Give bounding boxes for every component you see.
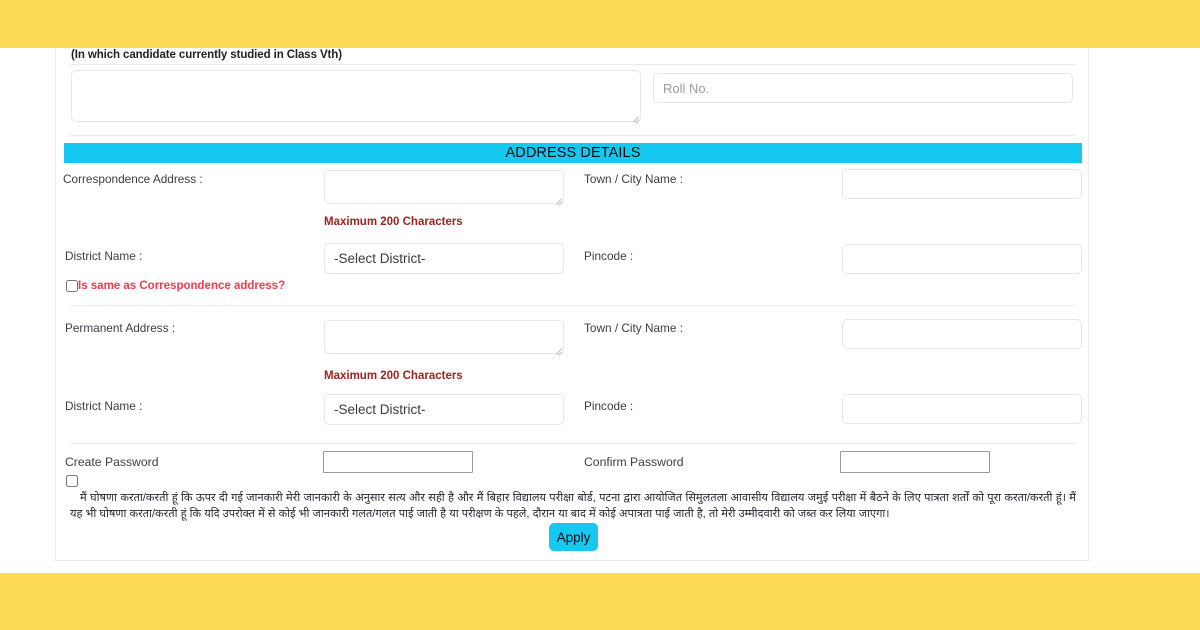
correspondence-address-label: Correspondence Address :	[63, 172, 203, 186]
permanent-district-label: District Name :	[65, 399, 143, 413]
divider-before-password	[70, 443, 1076, 444]
correspondence-district-select[interactable]: -Select District-	[324, 243, 564, 274]
apply-button[interactable]: Apply	[549, 523, 598, 551]
confirm-password-label: Confirm Password	[584, 455, 684, 469]
permanent-address-label: Permanent Address :	[65, 321, 176, 335]
correspondence-district-label: District Name :	[65, 249, 143, 263]
form-panel: (In which candidate currently studied in…	[55, 48, 1089, 561]
correspondence-address-textarea[interactable]	[324, 170, 564, 204]
permanent-pincode-label: Pincode :	[584, 399, 634, 413]
previous-school-textarea[interactable]	[71, 70, 641, 122]
divider-before-banner	[70, 135, 1076, 136]
roll-no-input[interactable]	[653, 73, 1073, 103]
same-as-correspondence-label[interactable]: Is same as Correspondence address?	[78, 280, 285, 292]
divider-top	[70, 64, 1076, 65]
create-password-label: Create Password	[65, 455, 159, 469]
confirm-password-input[interactable]	[840, 451, 990, 473]
top-yellow-band	[0, 0, 1200, 48]
permanent-address-textarea[interactable]	[324, 320, 564, 354]
correspondence-town-input[interactable]	[842, 169, 1082, 199]
permanent-town-input[interactable]	[842, 319, 1082, 349]
correspondence-pincode-label: Pincode :	[584, 249, 634, 263]
divider-between-addresses	[70, 305, 1076, 306]
permanent-town-label: Town / City Name :	[584, 321, 683, 335]
declaration-text: मैं घोषणा करता/करती हूं कि ऊपर दी गई जान…	[70, 492, 1076, 520]
permanent-district-select[interactable]: -Select District-	[324, 394, 564, 425]
permanent-pincode-input[interactable]	[842, 394, 1082, 424]
declaration-checkbox[interactable]	[66, 475, 78, 487]
correspondence-pincode-input[interactable]	[842, 244, 1082, 274]
previous-school-caption: (In which candidate currently studied in…	[71, 49, 342, 61]
bottom-yellow-band	[0, 573, 1200, 630]
create-password-input[interactable]	[323, 451, 473, 473]
permanent-max-chars-note: Maximum 200 Characters	[324, 370, 463, 382]
page-root: (In which candidate currently studied in…	[0, 0, 1200, 630]
same-as-correspondence-checkbox[interactable]	[66, 280, 78, 292]
correspondence-town-label: Town / City Name :	[584, 172, 683, 186]
address-details-banner: ADDRESS DETAILS	[64, 143, 1082, 163]
correspondence-max-chars-note: Maximum 200 Characters	[324, 216, 463, 228]
